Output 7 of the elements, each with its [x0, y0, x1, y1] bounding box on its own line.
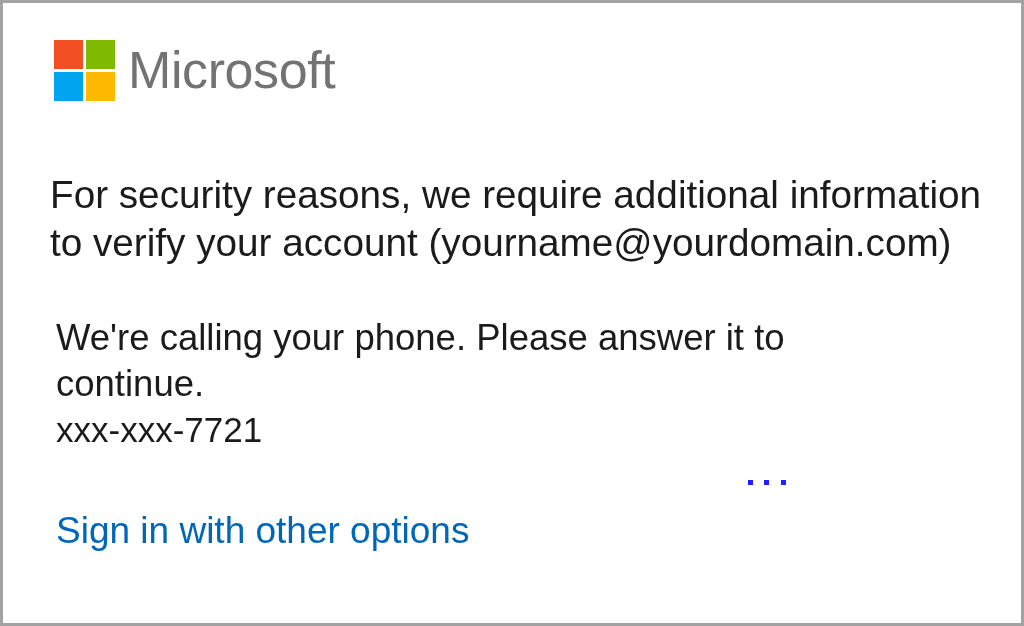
other-options-link[interactable]: Sign in with other options [56, 509, 470, 553]
loading-dots-icon [748, 480, 786, 485]
call-status-text: We're calling your phone. Please answer it to continue. [56, 316, 786, 406]
security-message: For security reasons, we require additional information to verify your account (yourname@yourdomain.com) [50, 172, 983, 266]
brand-wordmark: Microsoft [128, 40, 336, 101]
logo-icon [54, 40, 115, 101]
phone-number: xxx-xxx-7721 [56, 409, 263, 451]
